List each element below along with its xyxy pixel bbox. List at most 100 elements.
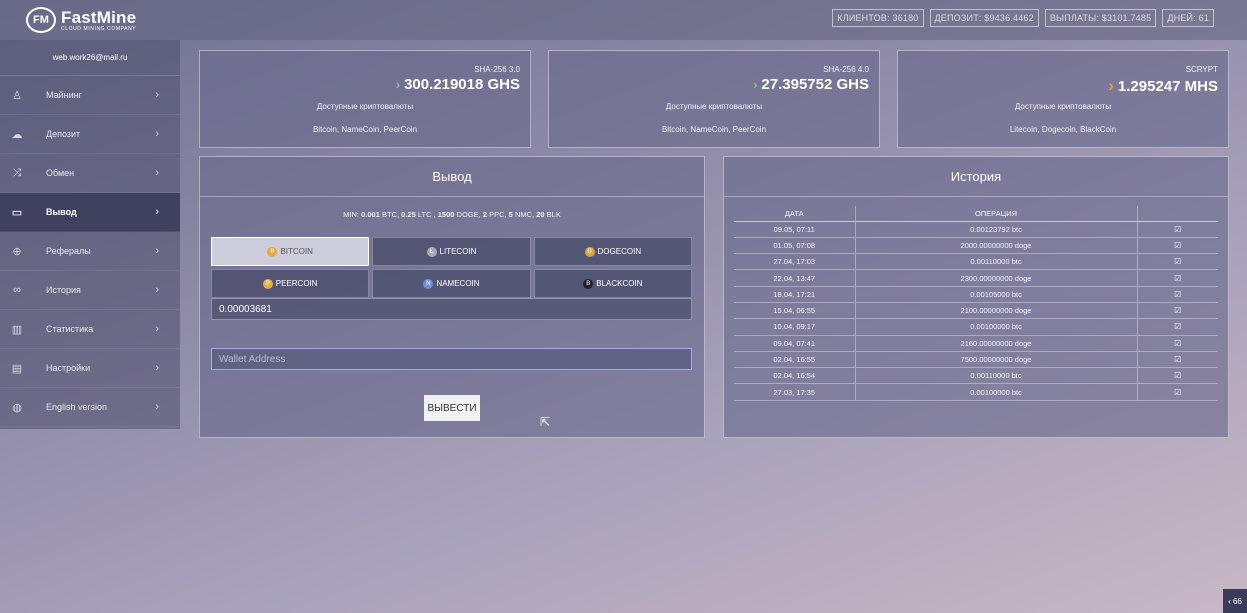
history-date: 02.04, 16:54 <box>734 367 855 385</box>
sidebar-item-3[interactable]: ▭ Вывод › <box>0 193 180 232</box>
coin-button-dogecoin[interactable]: D DOGECOIN <box>533 237 692 266</box>
history-date: 02.04, 16:55 <box>734 351 855 369</box>
stat-payouts: ВЫПЛАТЫ: $3101.7485 <box>1044 9 1157 27</box>
sidebar-item-7[interactable]: ▤ Настройки › <box>0 349 180 388</box>
coin-button-litecoin[interactable]: Ł LITECOIN <box>372 237 531 266</box>
chevron-right-icon: › <box>155 89 159 101</box>
logo[interactable]: FM FastMine CLOUD MINING COMPANY <box>26 7 136 33</box>
history-panel: История ДАТА ОПЕРАЦИЯ 09.05, 07:11 0.0012… <box>723 156 1229 438</box>
sidebar-item-1[interactable]: ☁ Депозит › <box>0 115 180 154</box>
history-date: 09.05, 07:11 <box>734 221 855 238</box>
card-coins: Bitcoin, NameCoin, PeerCoin <box>312 125 418 134</box>
chevron-right-icon: › <box>155 167 159 179</box>
mouse-cursor-icon: ⇱ <box>540 415 551 429</box>
checkbox-checked-icon: ☑ <box>1136 286 1218 303</box>
wallet-address-input[interactable] <box>211 348 692 370</box>
shuffle-icon: ⤨ <box>12 166 22 179</box>
support-icon: ⊕ <box>12 245 22 258</box>
history-table: ДАТА ОПЕРАЦИЯ 09.05, 07:11 0.00123792 btc… <box>734 206 1218 401</box>
withdraw-button[interactable]: ВЫВЕСТИ <box>424 395 480 421</box>
checkbox-checked-icon: ☑ <box>1136 302 1218 320</box>
sidebar-item-4[interactable]: ⊕ Рефералы › <box>0 232 180 271</box>
col-status <box>1136 206 1218 222</box>
corner-tab[interactable]: ‹ 66 <box>1223 589 1247 613</box>
chevron-right-icon: › <box>155 362 159 374</box>
history-operation: 2100.00000000 doge <box>854 302 1137 320</box>
history-date: 09.04, 07:41 <box>734 335 855 352</box>
col-operation: ОПЕРАЦИЯ <box>854 206 1137 222</box>
coin-button-blackcoin[interactable]: B BLACKCOIN <box>533 269 692 298</box>
sidebar-item-label: Обмен <box>46 168 75 178</box>
checkbox-checked-icon: ☑ <box>1136 253 1218 271</box>
table-row: 15.04, 06:55 2100.00000000 doge ☑ <box>734 302 1218 320</box>
history-operation: 0.00100000 btc <box>854 318 1137 336</box>
settings-panel-icon: ▤ <box>11 362 23 375</box>
chevron-right-icon: › <box>155 284 159 296</box>
sidebar-item-5[interactable]: ∞ История › <box>0 271 180 310</box>
history-operation: 0.00105000 btc <box>854 286 1137 303</box>
history-date: 27.04, 17:03 <box>734 253 855 271</box>
history-date: 10.04, 09:17 <box>734 318 855 336</box>
checkbox-checked-icon: ☑ <box>1136 221 1218 238</box>
history-operation: 0.00100000 btc <box>854 383 1137 401</box>
sidebar-item-label: Вывод <box>46 207 77 217</box>
sidebar-item-8[interactable]: ◍ English version › <box>0 388 180 427</box>
logo-tagline: CLOUD MINING COMPANY <box>61 25 137 32</box>
coin-button-namecoin[interactable]: N NAMECOIN <box>372 269 531 298</box>
history-date: 01.05, 07:08 <box>734 237 855 255</box>
sidebar-item-label: Депозит <box>46 129 81 139</box>
sidebar-item-label: English version <box>46 402 108 412</box>
coin-button-label: DOGECOIN <box>597 247 642 256</box>
bar-chart-icon: ▥ <box>11 323 23 336</box>
logo-mark: FM <box>26 7 56 33</box>
checkbox-checked-icon: ☑ <box>1136 318 1218 336</box>
table-row: 22.04, 13:47 2300.00000000 doge ☑ <box>734 269 1218 287</box>
withdraw-panel: Вывод MIN: 0.001 BTC, 0.25 LTC , 1500 DO… <box>199 156 705 438</box>
coin-button-peercoin[interactable]: P PEERCOIN <box>211 269 370 298</box>
hashrate-card-scrypt: SCRYPT › 1.295247 MHS Доступные криптовал… <box>897 50 1229 148</box>
withdraw-title: Вывод <box>200 157 704 197</box>
coin-button-bitcoin[interactable]: B BITCOIN <box>211 237 370 266</box>
bitcoin-coin-icon: B <box>267 246 278 257</box>
card-speed-value: 27.395752 GHS <box>761 76 869 93</box>
top-bar: FM FastMine CLOUD MINING COMPANY КЛИЕНТО… <box>0 0 1247 40</box>
card-speed: › 27.395752 GHS <box>753 76 869 93</box>
history-operation: 2300.00000000 doge <box>854 269 1137 287</box>
coin-button-label: BLACKCOIN <box>596 279 643 288</box>
checkbox-checked-icon: ☑ <box>1136 383 1218 401</box>
peercoin-coin-icon: P <box>262 278 273 289</box>
hashrate-card-sha256-3: SHA-256 3.0 › 300.219018 GHS Доступные кр… <box>199 50 531 148</box>
user-email: web.work26@mail.ru <box>0 40 180 76</box>
history-operation: 0.00110000 btc <box>854 367 1137 385</box>
sidebar-item-label: Рефералы <box>46 246 91 256</box>
amount-field[interactable] <box>211 298 692 320</box>
table-row: 10.04, 09:17 0.00100000 btc ☑ <box>734 318 1218 336</box>
checkbox-checked-icon: ☑ <box>1136 367 1218 385</box>
card-speed-value: 1.295247 MHS <box>1117 77 1218 95</box>
history-operation: 0.00123792 btc <box>854 221 1137 238</box>
checkbox-checked-icon: ☑ <box>1136 237 1218 255</box>
coin-button-label: BITCOIN <box>280 247 313 256</box>
sidebar-item-6[interactable]: ▥ Статистика › <box>0 310 180 349</box>
arrow-icon: › <box>1108 76 1114 95</box>
coin-button-label: PEERCOIN <box>275 279 318 288</box>
card-label: Доступные криптовалюты <box>316 102 414 111</box>
namecoin-coin-icon: N <box>423 278 434 289</box>
history-operation: 2160.00000000 doge <box>854 335 1137 352</box>
dogecoin-coin-icon: D <box>584 246 595 257</box>
chevron-right-icon: › <box>155 323 159 335</box>
site-stats: КЛИЕНТОВ: 36180 ДЕПОЗИТ: $9436.4462 ВЫПЛ… <box>832 9 1214 27</box>
card-speed: › 1.295247 MHS <box>1108 76 1218 96</box>
sidebar-item-label: История <box>46 285 81 295</box>
table-row: 18.04, 17:21 0.00105000 btc ☑ <box>734 286 1218 303</box>
history-date: 18.04, 17:21 <box>734 286 855 303</box>
sidebar-item-0[interactable]: ♙ Майнинг › <box>0 76 180 115</box>
coin-button-label: NAMECOIN <box>436 279 480 288</box>
card-algo: SHA-256 3.0 <box>474 65 520 74</box>
sidebar-item-2[interactable]: ⤨ Обмен › <box>0 154 180 193</box>
history-date: 15.04, 06:55 <box>734 302 855 320</box>
history-date: 27.03, 17:35 <box>734 383 855 401</box>
col-date: ДАТА <box>734 206 855 222</box>
sidebar-item-label: Статистика <box>46 324 94 334</box>
history-operation: 2000.00000000 doge <box>854 237 1137 255</box>
